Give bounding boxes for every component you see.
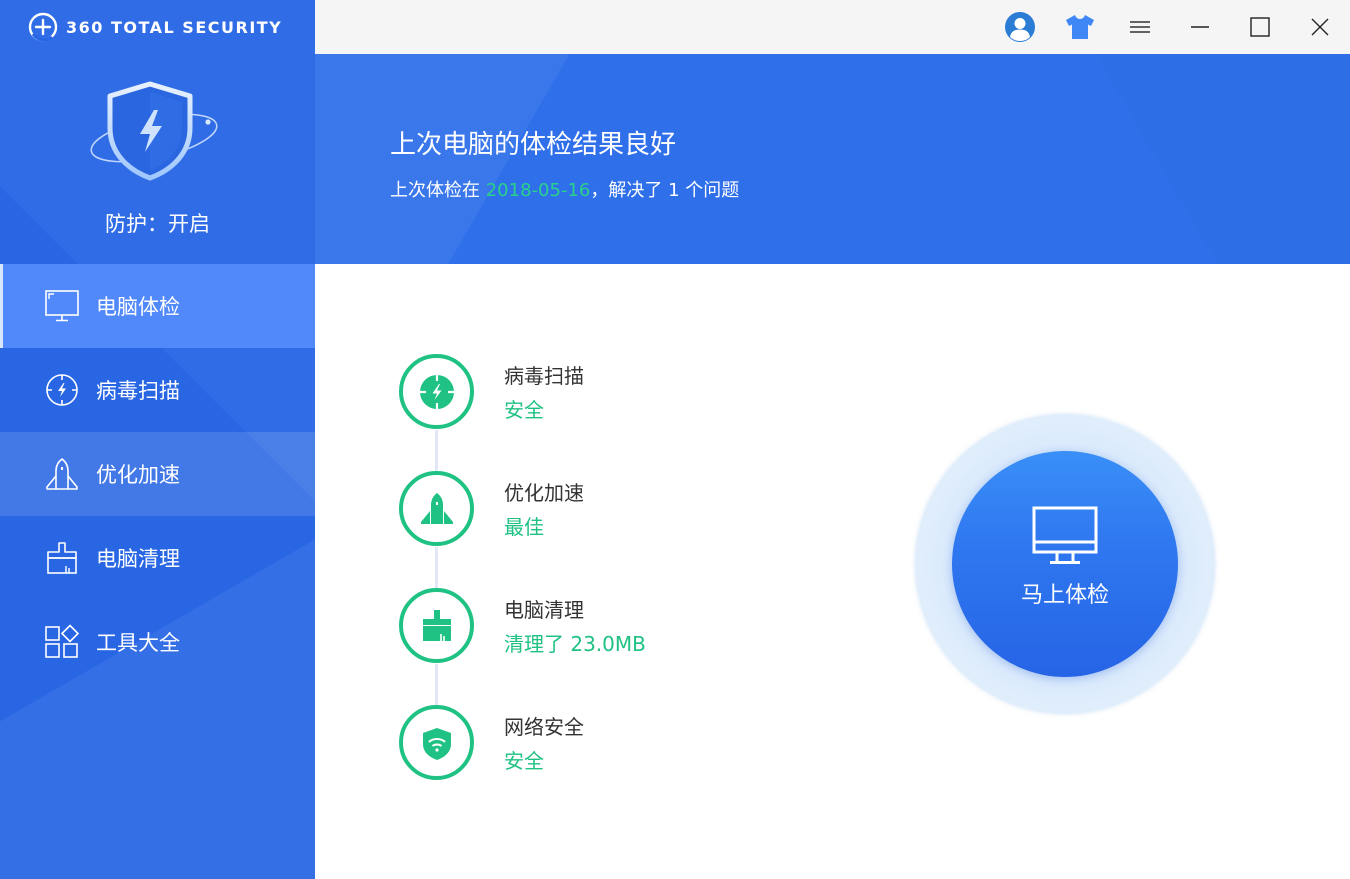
account-icon [1005, 12, 1035, 42]
sidebar-item-label: 病毒扫描 [96, 379, 180, 403]
broom-icon [47, 542, 77, 574]
maximize-icon [1250, 17, 1270, 37]
virus-scan-icon [46, 374, 78, 406]
monitor-icon [45, 290, 79, 322]
skin-icon [1066, 15, 1094, 39]
360-logo-icon [28, 12, 58, 42]
menu-button[interactable] [1122, 10, 1158, 44]
subline-suffix: ，解决了 1 个问题 [590, 180, 740, 201]
broom-icon [422, 609, 451, 641]
close-button[interactable] [1302, 10, 1338, 44]
maximize-button[interactable] [1242, 10, 1278, 44]
checkup-headline: 上次电脑的体检结果良好 [390, 130, 677, 160]
sidebar-item-toolbox[interactable]: 工具大全 [0, 600, 315, 684]
brand-name: 360 TOTAL SECURITY [66, 17, 283, 37]
close-icon [1311, 18, 1329, 36]
status-value: 清理了 23.0MB [504, 632, 646, 656]
status-title: 网络安全 [504, 715, 584, 739]
status-ring [399, 588, 474, 663]
status-connector [435, 547, 438, 588]
checkup-summary-banner: 上次电脑的体检结果良好 上次体检在 2018-05-16，解决了 1 个问题 [315, 54, 1350, 264]
status-value: 安全 [504, 398, 544, 422]
minimize-icon [1191, 26, 1209, 28]
minimize-button[interactable] [1182, 10, 1218, 44]
check-now-button[interactable]: 马上体检 [952, 451, 1178, 677]
status-ring [399, 705, 474, 780]
monitor-icon [1032, 506, 1098, 564]
subline-prefix: 上次体检在 [390, 180, 486, 201]
check-now-label: 马上体检 [1020, 583, 1109, 608]
sidebar-item-optimize[interactable]: 优化加速 [0, 432, 315, 516]
status-ring [399, 354, 474, 429]
brand-logo: 360 TOTAL SECURITY [28, 12, 282, 42]
menu-icon [1130, 21, 1150, 33]
protection-panel: 防护：开启 [0, 78, 315, 238]
skin-button[interactable] [1062, 10, 1098, 44]
status-connector [435, 664, 438, 705]
status-value: 安全 [504, 749, 544, 773]
account-button[interactable] [1002, 10, 1038, 44]
virus-scan-icon [419, 374, 454, 409]
sidebar-nav: 电脑体检 病毒扫描 优化加速 电脑清理 工具大全 [0, 264, 315, 684]
sidebar-item-label: 电脑体检 [96, 295, 180, 319]
sidebar-item-label: 电脑清理 [96, 547, 180, 571]
status-title: 病毒扫描 [504, 364, 584, 388]
sidebar: 360 TOTAL SECURITY 防护：开启 电脑体检 病毒扫描 优化加速 … [0, 0, 315, 879]
status-title: 电脑清理 [504, 598, 584, 622]
sidebar-item-cleanup[interactable]: 电脑清理 [0, 516, 315, 600]
wifi-shield-icon [422, 727, 451, 760]
toolbox-icon [45, 624, 80, 658]
status-ring [399, 471, 474, 546]
checkup-subline: 上次体检在 2018-05-16，解决了 1 个问题 [390, 176, 739, 202]
last-checkup-date: 2018-05-16 [485, 180, 591, 201]
sidebar-item-pc-checkup[interactable]: 电脑体检 [0, 264, 315, 348]
status-connector [435, 430, 438, 471]
rocket-icon [46, 458, 78, 490]
sidebar-item-label: 工具大全 [96, 631, 180, 655]
rocket-icon [420, 492, 453, 524]
sidebar-item-label: 优化加速 [96, 463, 180, 487]
status-value: 最佳 [504, 515, 544, 539]
title-bar [315, 0, 1350, 54]
protection-status: 防护：开启 [105, 212, 210, 236]
shield-icon [90, 81, 218, 181]
status-title: 优化加速 [504, 481, 584, 505]
sidebar-item-virus-scan[interactable]: 病毒扫描 [0, 348, 315, 432]
